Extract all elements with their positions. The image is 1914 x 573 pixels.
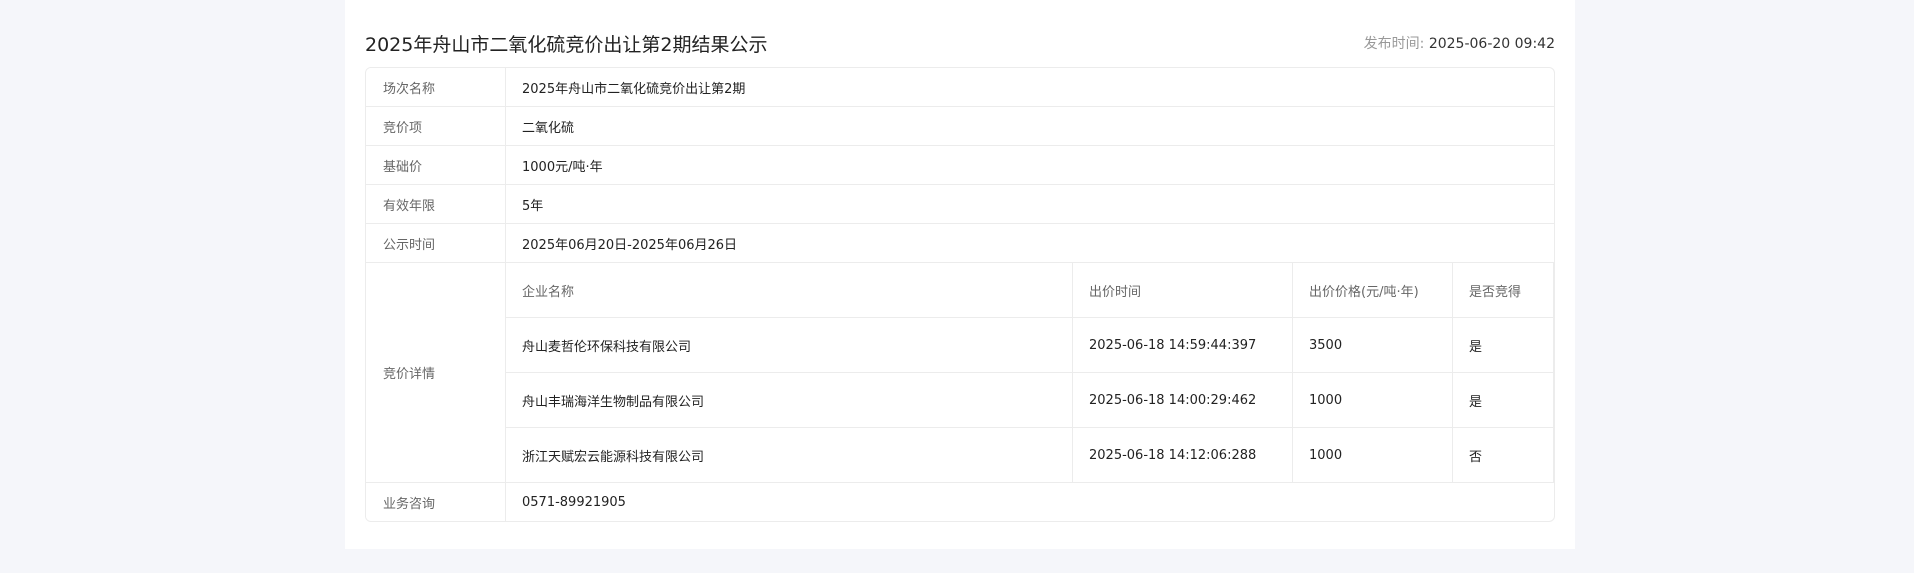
row-item: 竞价项 二氧化硫 (366, 107, 1554, 146)
bid-won: 是 (1453, 373, 1554, 427)
item-label: 竞价项 (366, 107, 506, 145)
session-label: 场次名称 (366, 68, 506, 106)
table-row: 舟山丰瑞海洋生物制品有限公司 2025-06-18 14:00:29:462 1… (506, 373, 1554, 428)
bid-details-label: 竞价详情 (366, 263, 506, 482)
page-title: 2025年舟山市二氧化硫竞价出让第2期结果公示 (365, 33, 768, 56)
bid-price: 1000 (1293, 428, 1453, 482)
table-row: 浙江天赋宏云能源科技有限公司 2025-06-18 14:12:06:288 1… (506, 428, 1554, 482)
consult-label: 业务咨询 (366, 483, 506, 521)
row-valid-years: 有效年限 5年 (366, 185, 1554, 224)
notice-period-label: 公示时间 (366, 224, 506, 262)
bid-company: 舟山丰瑞海洋生物制品有限公司 (506, 373, 1073, 427)
bid-time: 2025-06-18 14:12:06:288 (1073, 428, 1293, 482)
row-base-price: 基础价 1000元/吨·年 (366, 146, 1554, 185)
bid-time: 2025-06-18 14:00:29:462 (1073, 373, 1293, 427)
valid-years-label: 有效年限 (366, 185, 506, 223)
bid-price: 3500 (1293, 318, 1453, 372)
bid-table-header: 企业名称 出价时间 出价价格(元/吨·年) 是否竞得 (506, 263, 1554, 318)
publish-time: 发布时间: 2025-06-20 09:42 (1364, 33, 1555, 53)
bid-won: 否 (1453, 428, 1554, 482)
item-value: 二氧化硫 (522, 120, 575, 136)
col-header-time: 出价时间 (1073, 263, 1293, 317)
page-header: 2025年舟山市二氧化硫竞价出让第2期结果公示 发布时间: 2025-06-20… (365, 28, 1555, 58)
col-header-price: 出价价格(元/吨·年) (1293, 263, 1453, 317)
publish-time-label: 发布时间: (1363, 36, 1425, 52)
col-header-company: 企业名称 (506, 263, 1073, 317)
base-price-value: 1000元/吨·年 (522, 159, 603, 175)
bid-table: 企业名称 出价时间 出价价格(元/吨·年) 是否竞得 舟山麦哲伦环保科技有限公司… (506, 263, 1554, 482)
bid-time: 2025-06-18 14:59:44:397 (1073, 318, 1293, 372)
session-value: 2025年舟山市二氧化硫竞价出让第2期 (522, 81, 746, 97)
bid-company: 舟山麦哲伦环保科技有限公司 (506, 318, 1073, 372)
bid-company: 浙江天赋宏云能源科技有限公司 (506, 428, 1073, 482)
publish-time-value: 2025-06-20 09:42 (1428, 36, 1555, 52)
col-header-won: 是否竞得 (1453, 263, 1554, 317)
info-table: 场次名称 2025年舟山市二氧化硫竞价出让第2期 竞价项 二氧化硫 基础价 10… (365, 67, 1555, 522)
result-card: 2025年舟山市二氧化硫竞价出让第2期结果公示 发布时间: 2025-06-20… (345, 0, 1575, 549)
row-bid-details: 竞价详情 企业名称 出价时间 出价价格(元/吨·年) 是否竞得 舟山麦哲伦环保科… (366, 263, 1554, 483)
row-session: 场次名称 2025年舟山市二氧化硫竞价出让第2期 (366, 68, 1554, 107)
consult-value: 0571-89921905 (522, 494, 626, 510)
row-consult: 业务咨询 0571-89921905 (366, 483, 1554, 521)
notice-period-value: 2025年06月20日-2025年06月26日 (522, 237, 738, 253)
row-notice-period: 公示时间 2025年06月20日-2025年06月26日 (366, 224, 1554, 263)
bid-won: 是 (1453, 318, 1554, 372)
bid-price: 1000 (1293, 373, 1453, 427)
valid-years-value: 5年 (522, 198, 544, 214)
table-row: 舟山麦哲伦环保科技有限公司 2025-06-18 14:59:44:397 35… (506, 318, 1554, 373)
base-price-label: 基础价 (366, 146, 506, 184)
